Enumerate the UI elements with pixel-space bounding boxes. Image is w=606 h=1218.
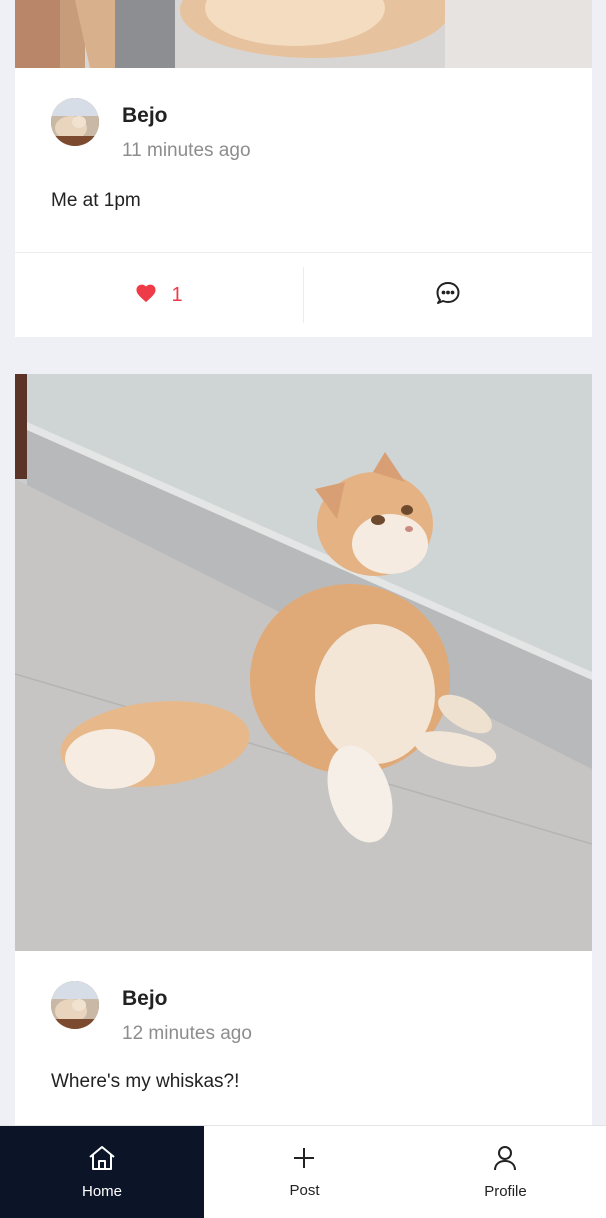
post-timestamp: 12 minutes ago [122,1023,252,1044]
author-name[interactable]: Bejo [122,987,168,1011]
plus-icon [292,1146,316,1182]
author-name[interactable]: Bejo [122,104,168,128]
user-icon [493,1145,517,1183]
post-header: Bejo 12 minutes ago [15,951,592,1044]
nav-post-label: Post [289,1181,320,1199]
app: Bejo 11 minutes ago Me at 1pm 1 Bejo 12 … [0,0,606,1218]
post-image[interactable] [15,0,592,68]
nav-home-label: Home [81,1182,122,1200]
nav-home[interactable]: Home [0,1126,204,1218]
nav-post[interactable]: Post [204,1126,405,1218]
nav-profile-label: Profile [484,1182,527,1200]
post-image[interactable] [15,374,592,951]
heart-icon [135,283,157,308]
post-text: Where's my whiskas?! [51,1071,240,1092]
like-button[interactable]: 1 [15,253,303,337]
post-timestamp: 11 minutes ago [122,140,251,161]
comment-icon [435,281,461,310]
post-card: Bejo 12 minutes ago Where's my whiskas?! [15,374,592,1134]
post-actions: 1 [15,252,592,337]
like-count: 1 [171,283,183,306]
avatar[interactable] [51,98,99,146]
post-header: Bejo 11 minutes ago [15,68,592,161]
post-card: Bejo 11 minutes ago Me at 1pm 1 [15,0,592,337]
nav-profile[interactable]: Profile [405,1126,606,1218]
bottom-nav: Home Post Profile [0,1125,606,1218]
post-text: Me at 1pm [51,190,141,211]
home-icon [88,1145,116,1183]
comment-button[interactable] [303,267,592,323]
avatar[interactable] [51,981,99,1029]
